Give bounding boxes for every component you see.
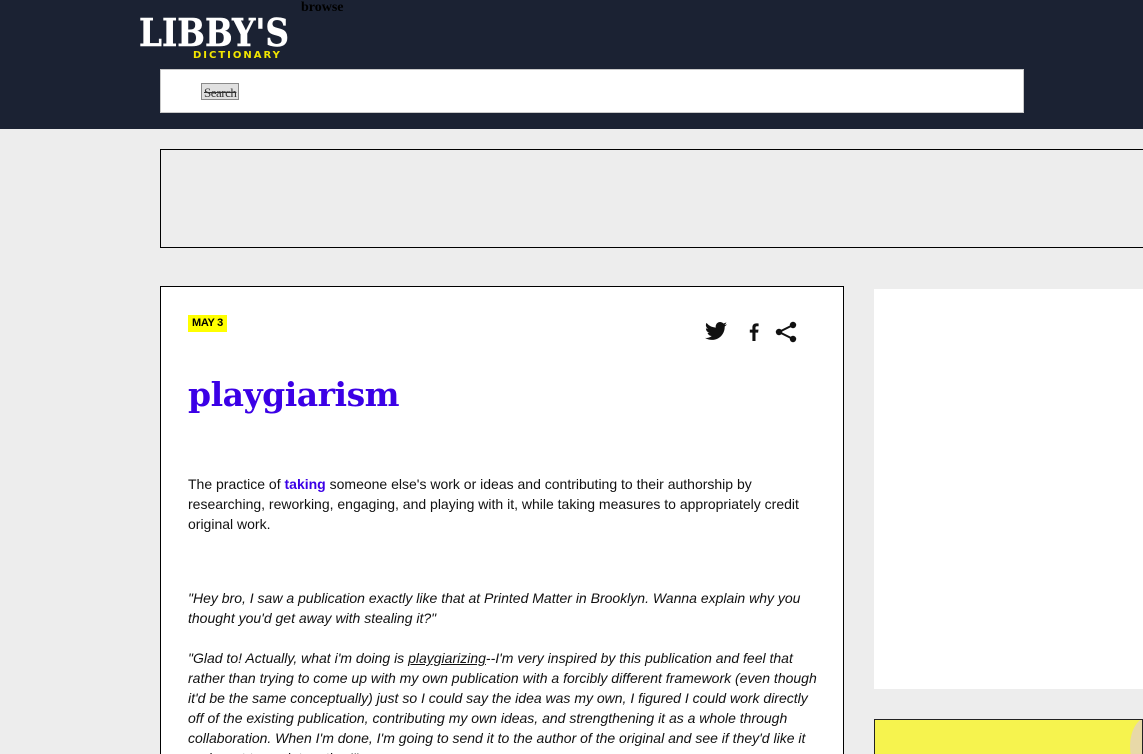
entry-definition: The practice of taking someone else's wo… — [188, 474, 818, 534]
ad-image — [1130, 720, 1142, 754]
share-icon[interactable] — [774, 321, 798, 343]
search-button[interactable]: Search — [201, 83, 240, 100]
browse-link[interactable]: browse — [301, 0, 344, 16]
banner-ad-slot — [160, 149, 1143, 248]
word-entry-card: MAY 3 playgiarism The practice of taking… — [160, 286, 844, 754]
site-header: LIBBY'S DICTIONARY browse Search — [0, 0, 1143, 129]
entry-word-title: playgiarism — [188, 375, 400, 414]
definition-link[interactable]: taking — [285, 476, 326, 492]
entry-example: "Hey bro, I saw a publication exactly li… — [188, 588, 818, 754]
example-quote-1: "Hey bro, I saw a publication exactly li… — [188, 590, 801, 626]
example-quote-2: "Glad to! Actually, what i'm doing is pl… — [188, 648, 818, 754]
site-logo[interactable]: LIBBY'S DICTIONARY — [137, 6, 302, 64]
definition-text-start: The practice of — [188, 476, 285, 492]
logo-subtext: DICTIONARY — [193, 50, 282, 61]
search-input[interactable]: Search — [160, 69, 1024, 113]
example-text-start: "Glad to! Actually, what i'm doing is — [188, 650, 409, 666]
twitter-icon[interactable] — [704, 321, 728, 343]
logo-text: LIBBY'S — [139, 10, 289, 55]
example-link[interactable]: playgiarizing — [408, 650, 486, 666]
sidebar-ad-slot — [874, 289, 1143, 689]
entry-date-badge: MAY 3 — [188, 315, 227, 332]
facebook-icon[interactable] — [742, 321, 766, 343]
sidebar-ad-slot-2[interactable] — [874, 719, 1143, 754]
